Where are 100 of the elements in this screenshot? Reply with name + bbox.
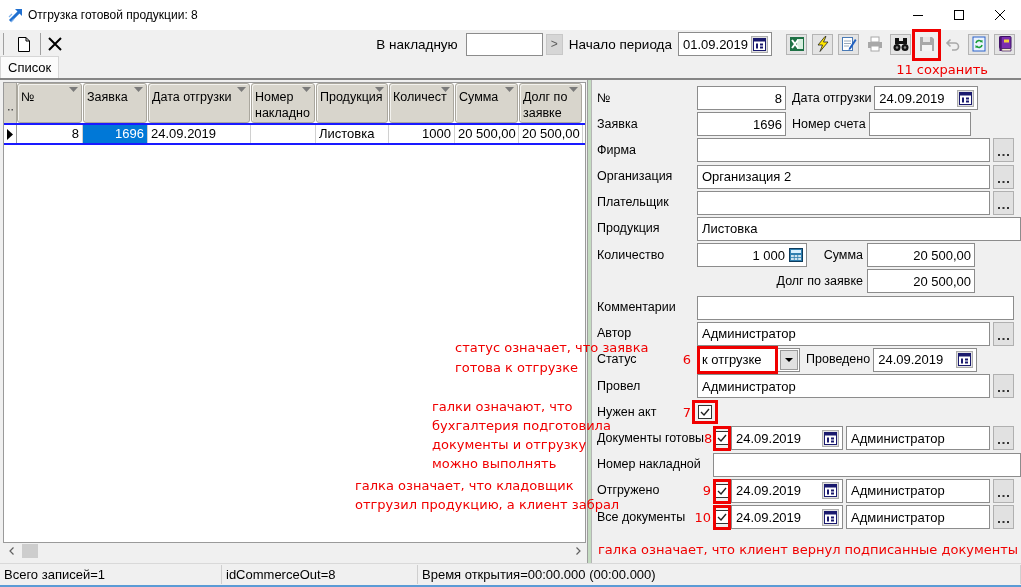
date-field[interactable]: 24.09.2019 [731,478,843,503]
annotation-note: галки означают, что [432,400,573,413]
ellipsis-icon [998,390,1009,393]
date-field[interactable]: 24.09.2019 [873,347,978,372]
field-label: Проведено [806,353,871,367]
browse-button[interactable] [993,374,1014,399]
checkmark-icon [717,513,727,521]
column-header[interactable]: Заявка [83,83,147,123]
date-field[interactable]: 01.09.2019 [678,32,772,56]
sort-arrow-icon [441,87,450,92]
browse-button[interactable] [993,138,1014,163]
lookup-field[interactable] [697,190,990,215]
spreadsheet-icon [788,36,805,52]
number-field[interactable]: 20 500,00 [867,243,975,268]
status-text: Всего записей=1 [0,565,222,584]
number-field[interactable]: 20 500,00 [867,269,975,294]
field-label: Комментарии [597,301,676,314]
number-field[interactable]: 8 [697,86,786,110]
field-label: Документы готовы [597,431,705,445]
field-label: В накладную [376,36,458,52]
browse-button[interactable] [993,190,1014,215]
browse-button[interactable] [993,164,1014,189]
date-field[interactable]: 24.09.2019 [731,505,843,529]
annotation-note: отгрузил продукцию, а клиент забрал [355,497,620,511]
field-label: Фирма [597,143,636,157]
document-icon [18,36,30,52]
scrollbar-thumb[interactable] [22,544,38,558]
text-field[interactable] [697,295,1014,320]
arrow-icon [8,7,24,23]
checkmark-icon [717,486,727,495]
lookup-field[interactable]: Администратор [697,321,990,346]
table-row[interactable]: 8 1696 24.09.2019 Листовка 1000 20 500,00 20 500,00 [4,123,585,145]
lookup-field[interactable]: Администратор [697,374,990,399]
column-header[interactable]: Продукция [316,83,388,123]
browse-button[interactable] [993,321,1014,346]
annotation-number: 9 [702,483,711,499]
window-title: Отгрузка готовой продукции: 8 [28,8,198,22]
annotation-note: галка означает, что клиент вернул подписанные документы [597,542,1020,557]
table-cell: 24.09.2019 [148,125,251,143]
text-field[interactable]: Листовка [697,216,1021,241]
ellipsis-icon [998,442,1009,445]
chevron-left-icon [8,547,14,555]
toolbar-button[interactable] [812,33,833,55]
ellipsis-icon [998,494,1009,497]
date-field[interactable]: 24.09.2019 [731,426,843,451]
column-header[interactable]: Дата отгрузки [148,83,250,123]
field-label: Статус [597,353,637,367]
column-header[interactable]: Долг по заявке [519,83,582,123]
date-field[interactable]: 24.09.2019 [874,86,979,110]
checkbox[interactable] [698,405,712,420]
lookup-field[interactable] [697,138,990,163]
caret-icon [785,357,793,362]
lookup-field[interactable]: Администратор [846,505,990,529]
column-header[interactable]: Сумма [455,83,518,123]
maximize-button[interactable] [953,9,965,21]
calendar-button[interactable] [957,89,975,107]
text-field[interactable] [868,112,971,137]
select-field[interactable]: к отгрузке [697,347,800,372]
toolbar-button[interactable] [838,33,859,55]
calendar-icon [958,353,972,367]
calendar-button[interactable] [751,35,768,53]
chevron-right-icon [575,547,581,555]
calendar-button[interactable] [822,482,839,500]
field-label: Номер счета [792,117,866,131]
current-row-icon [7,128,13,140]
field-label: Начало периода [568,36,672,52]
annotation-number: 6 [682,352,691,368]
calendar-button[interactable] [956,351,974,369]
column-header[interactable]: Номер накладно [251,83,315,123]
dropdown-button[interactable] [780,349,798,370]
refresh-icon [970,36,987,52]
close-button[interactable] [994,9,1006,21]
invoice-field[interactable] [465,32,543,56]
sort-arrow-icon [302,87,311,92]
calendar-button[interactable] [822,508,839,526]
ellipsis-icon [998,337,1009,340]
calendar-button[interactable] [822,429,839,447]
toolbar-button[interactable] [994,33,1015,55]
column-header[interactable]: Количест [389,83,454,123]
number-field[interactable]: 1696 [697,112,786,137]
toolbar-button[interactable] [890,33,911,55]
browse-button[interactable] [993,505,1014,529]
lookup-field[interactable]: Организация 2 [697,164,990,189]
lookup-field[interactable]: Администратор [846,478,990,503]
status-text: idCommerceOut=8 [222,565,418,584]
table-cell: Листовка [316,125,389,143]
field-label: Провел [597,379,641,393]
field-label: Долг по заявке [776,274,863,288]
number-field[interactable]: 1 000 [697,243,807,268]
browse-button[interactable] [993,478,1014,503]
browse-button[interactable] [993,426,1014,451]
tab[interactable]: Список [0,56,60,78]
lookup-field[interactable]: Администратор [846,426,990,451]
text-field[interactable] [713,452,1021,477]
close-icon [994,9,1006,21]
column-header[interactable]: № [17,83,82,123]
printer-icon [866,36,883,52]
annotation-note: галка означает, что кладовщик [355,478,574,492]
sort-arrow-icon [375,87,384,92]
table-cell: 1696 [83,125,148,143]
